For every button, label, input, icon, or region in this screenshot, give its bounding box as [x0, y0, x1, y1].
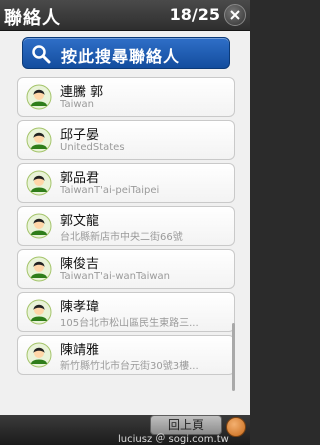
person-avatar-icon: [26, 299, 52, 325]
contact-detail: 新竹縣竹北市台元街30號3樓...: [60, 361, 199, 372]
search-icon: [31, 44, 51, 68]
contact-detail: TaiwanT'ai-peiTaipei: [60, 185, 160, 196]
list-scrollbar[interactable]: [232, 323, 235, 391]
contact-name: 陳靖雅: [60, 343, 100, 358]
list-item[interactable]: 郭文龍 台北縣新店市中央二街66號: [17, 206, 235, 246]
person-avatar-icon: [26, 342, 52, 368]
watermark: luciusz ＠ sogi.com.tw: [118, 434, 229, 445]
contact-detail: 105台北市松山區民生東路三...: [60, 318, 199, 329]
contact-detail: 台北縣新店市中央二街66號: [60, 232, 183, 243]
contact-list: 連騰 郭 Taiwan 邱子晏 UnitedStates 郭品君 TaiwanT…: [17, 77, 235, 378]
contact-counter: 18/25: [169, 5, 220, 24]
list-item[interactable]: 陳靖雅 新竹縣竹北市台元街30號3樓...: [17, 335, 235, 375]
contact-name: 陳孝瑋: [60, 300, 100, 315]
person-avatar-icon: [26, 84, 52, 110]
contact-name: 陳俊吉: [60, 257, 100, 272]
close-icon[interactable]: [224, 4, 246, 26]
person-avatar-icon: [26, 170, 52, 196]
contact-name: 連騰 郭: [60, 85, 104, 100]
person-avatar-icon: [26, 127, 52, 153]
contact-detail: TaiwanT'ai-wanTaiwan: [60, 271, 171, 282]
list-item[interactable]: 連騰 郭 Taiwan: [17, 77, 235, 117]
bottom-bar: 回上頁 luciusz ＠ sogi.com.tw: [0, 415, 250, 445]
list-item[interactable]: 郭品君 TaiwanT'ai-peiTaipei: [17, 163, 235, 203]
list-item[interactable]: 陳孝瑋 105台北市松山區民生東路三...: [17, 292, 235, 332]
search-button-label: 按此搜尋聯絡人: [61, 47, 181, 66]
contact-list-panel: 按此搜尋聯絡人 連騰 郭 Taiwan 邱子晏 UnitedStates 郭品君…: [0, 31, 250, 415]
contact-detail: Taiwan: [60, 99, 95, 110]
contact-name: 邱子晏: [60, 128, 100, 143]
page-title: 聯絡人: [4, 8, 61, 29]
person-avatar-icon: [26, 256, 52, 282]
contact-name: 郭品君: [60, 171, 100, 186]
person-avatar-icon: [26, 213, 52, 239]
list-item[interactable]: 邱子晏 UnitedStates: [17, 120, 235, 160]
contact-detail: UnitedStates: [60, 142, 125, 153]
title-bar: 聯絡人 18/25: [0, 0, 250, 31]
search-contacts-button[interactable]: 按此搜尋聯絡人: [22, 37, 230, 69]
app-icon[interactable]: [226, 417, 246, 437]
list-item[interactable]: 陳俊吉 TaiwanT'ai-wanTaiwan: [17, 249, 235, 289]
contact-name: 郭文龍: [60, 214, 100, 229]
